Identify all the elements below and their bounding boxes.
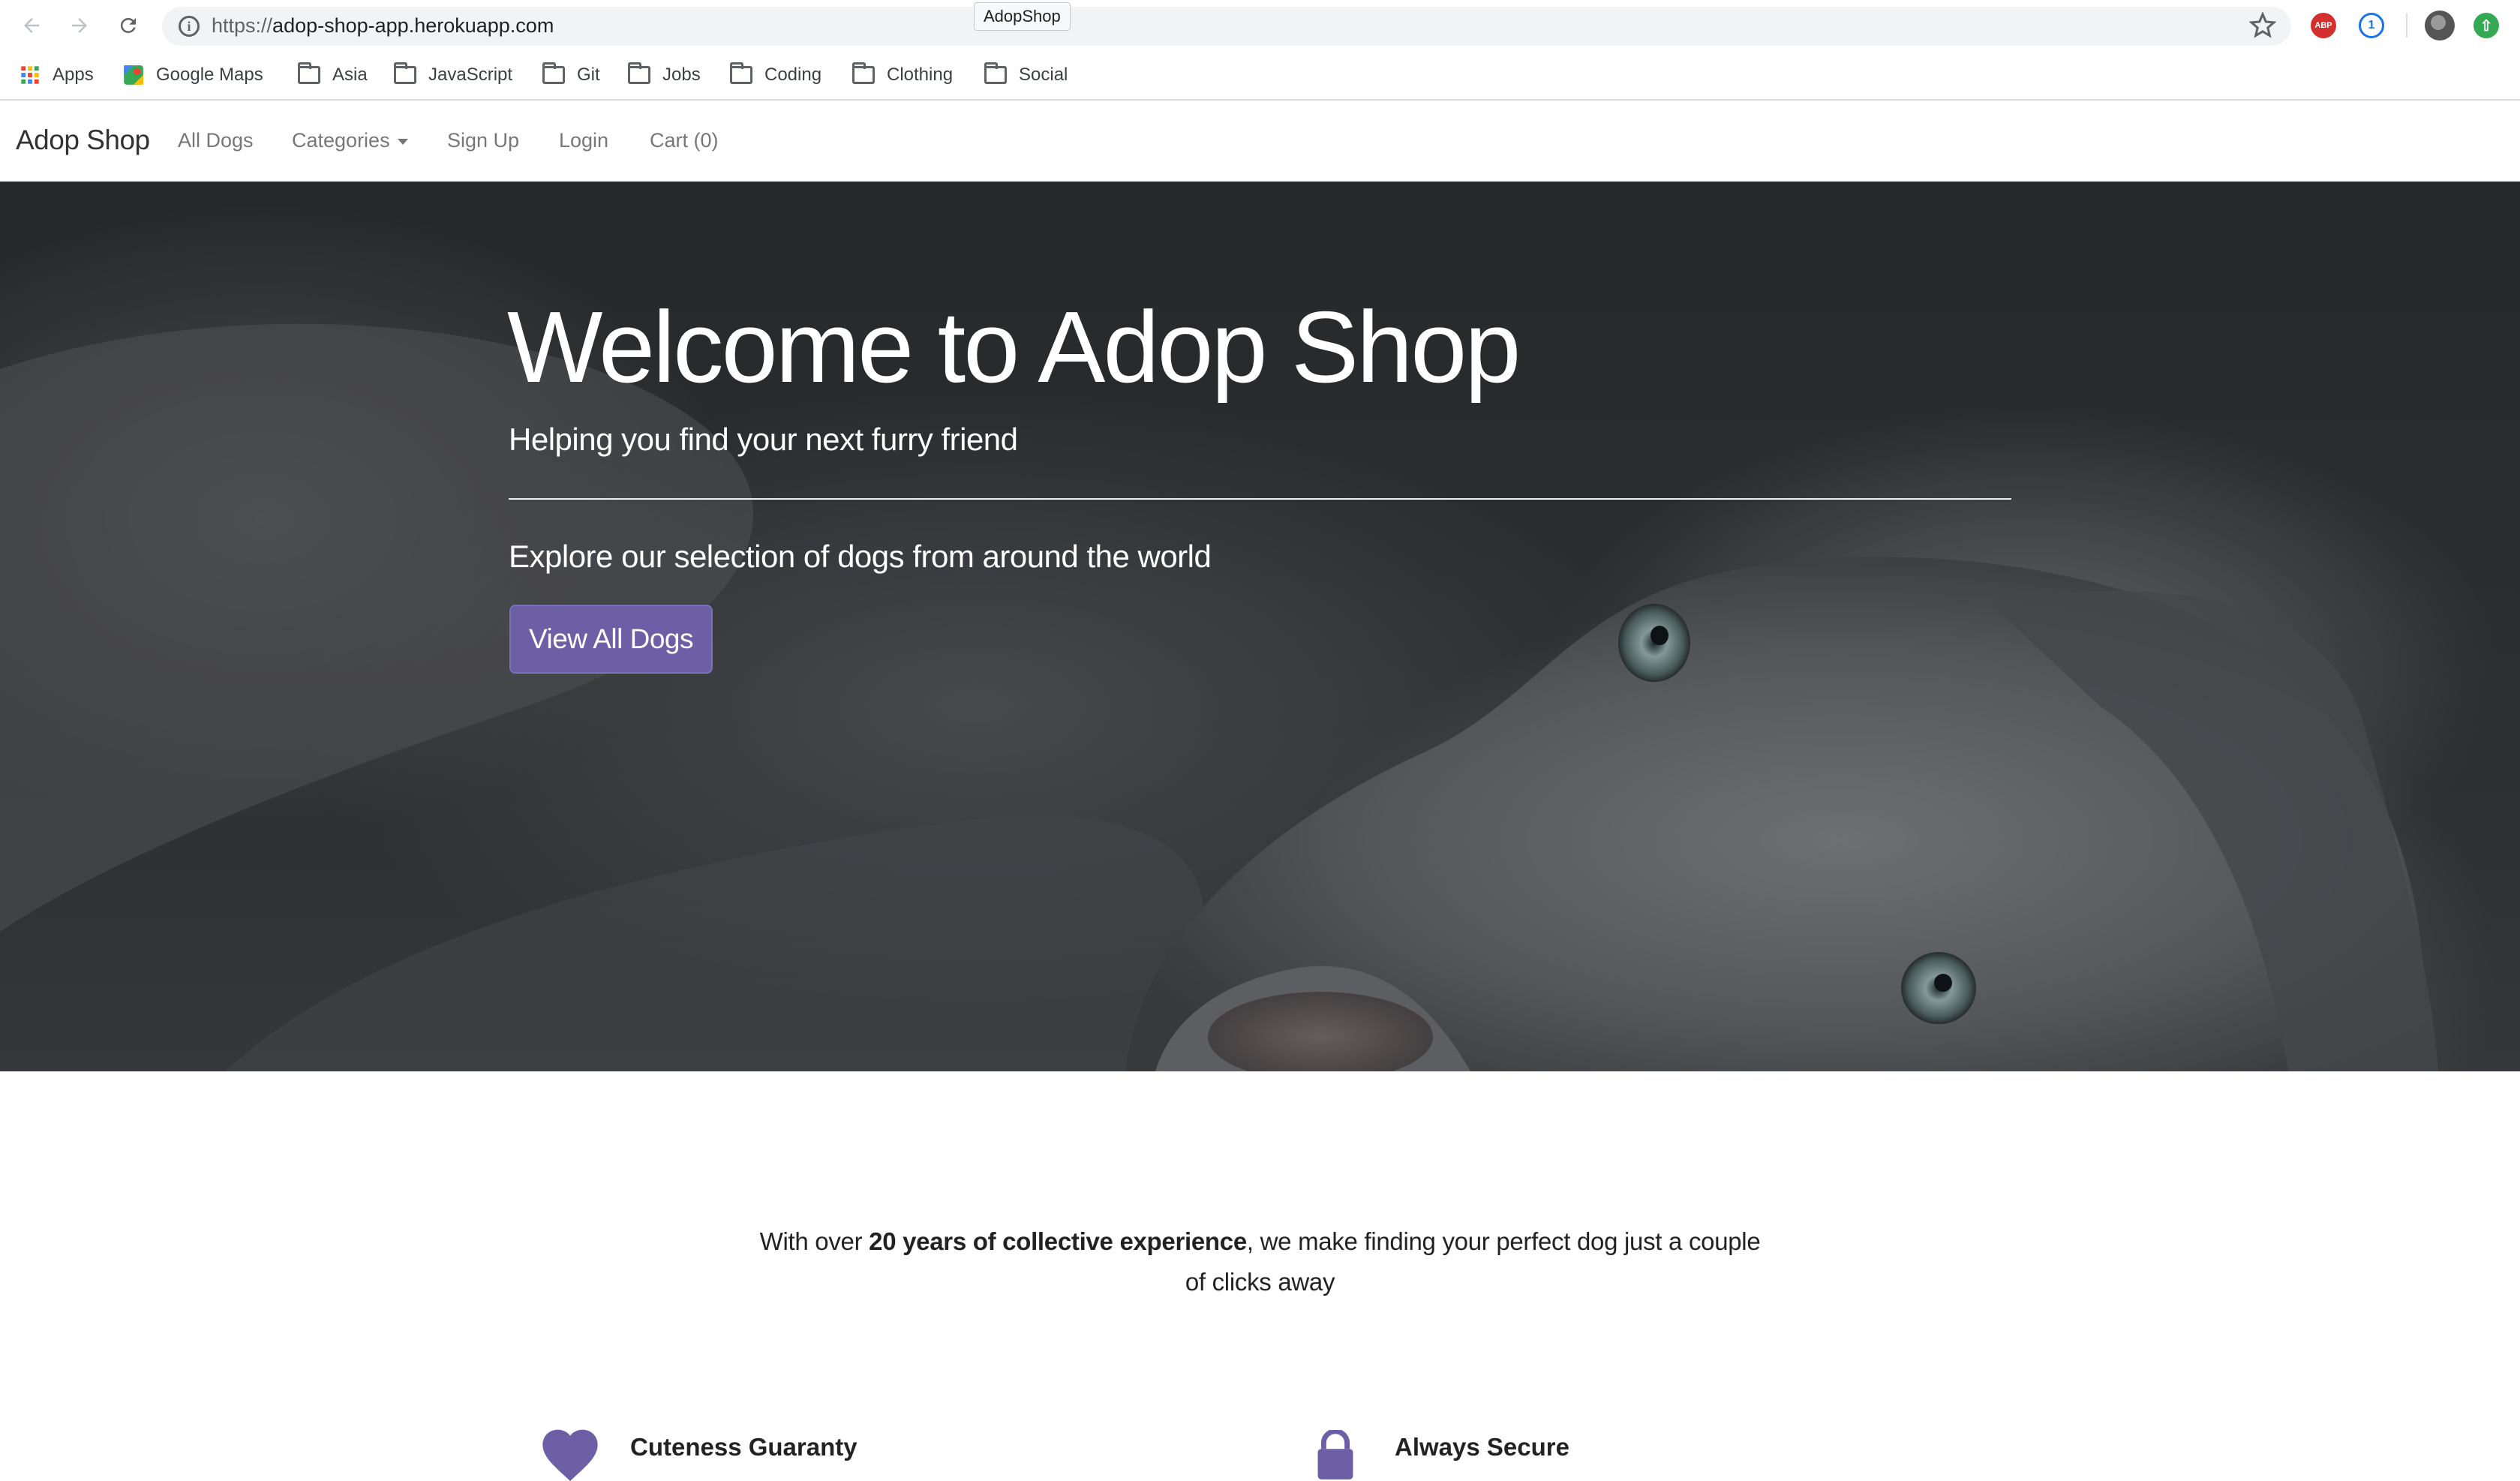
arrow-left-icon bbox=[24, 18, 39, 33]
lock-icon bbox=[1317, 1430, 1353, 1479]
brand-link[interactable]: Adop Shop bbox=[16, 125, 150, 156]
bookmark-label: Google Maps bbox=[156, 65, 263, 85]
reload-icon bbox=[120, 17, 136, 33]
reload-button[interactable] bbox=[113, 11, 143, 41]
intro-highlight: 20 years of collective experience bbox=[869, 1227, 1247, 1255]
intro-prefix: With over bbox=[759, 1227, 870, 1255]
nav-categories-label: Categories bbox=[292, 129, 390, 152]
forward-button[interactable] bbox=[65, 11, 95, 41]
folder-icon bbox=[984, 62, 1007, 84]
apps-grid-icon bbox=[21, 66, 39, 84]
url-host: adop-shop-app.herokuapp.com bbox=[272, 14, 554, 37]
bookmark-label: Git bbox=[577, 65, 600, 85]
browser-toolbar: i https://adop-shop-app.herokuapp.com Ad… bbox=[0, 0, 2520, 51]
onepassword-extension-icon[interactable]: 1 bbox=[2359, 13, 2384, 38]
bookmark-label: Apps bbox=[53, 65, 94, 85]
bookmark-folder-javascript[interactable]: JavaScript bbox=[394, 60, 512, 90]
bookmark-folder-git[interactable]: Git bbox=[542, 60, 600, 90]
feature-title: Always Secure bbox=[1395, 1433, 1569, 1461]
nav-sign-up[interactable]: Sign Up bbox=[447, 129, 519, 152]
hero-divider bbox=[509, 498, 2011, 500]
tab-tooltip: AdopShop bbox=[974, 2, 1071, 31]
toolbar-divider bbox=[2406, 14, 2407, 38]
folder-icon bbox=[852, 62, 875, 84]
nav-cart[interactable]: Cart (0) bbox=[650, 129, 719, 152]
folder-icon bbox=[730, 62, 752, 84]
bookmark-apps[interactable]: Apps bbox=[20, 60, 94, 90]
adblock-extension-icon[interactable]: ABP bbox=[2311, 13, 2336, 38]
bookmark-label: Asia bbox=[332, 65, 368, 85]
bookmark-folder-coding[interactable]: Coding bbox=[730, 60, 821, 90]
bookmark-label: Coding bbox=[764, 65, 822, 85]
nav-categories-dropdown[interactable]: Categories bbox=[292, 129, 408, 152]
bookmark-folder-asia[interactable]: Asia bbox=[298, 60, 368, 90]
url-protocol: https:// bbox=[212, 14, 273, 37]
google-maps-icon bbox=[124, 65, 143, 85]
bookmark-star-icon[interactable] bbox=[2249, 12, 2276, 39]
hero-subtitle: Helping you find your next furry friend bbox=[509, 422, 1018, 457]
url-text[interactable]: https://adop-shop-app.herokuapp.com bbox=[212, 14, 554, 38]
intro-suffix: , we make finding your perfect dog just … bbox=[1185, 1227, 1761, 1296]
bookmark-label: Jobs bbox=[662, 65, 701, 85]
back-button[interactable] bbox=[17, 11, 47, 41]
feature-secure: Always Secure bbox=[1317, 1424, 1992, 1479]
feature-cuteness: Cuteness Guaranty bbox=[540, 1424, 1215, 1481]
folder-icon bbox=[628, 62, 650, 84]
bookmarks-bar: Apps Google Maps Asia JavaScript Git Job… bbox=[0, 51, 2520, 101]
caret-down-icon bbox=[397, 138, 408, 145]
update-extension-icon[interactable]: ⇧ bbox=[2473, 13, 2499, 38]
feature-title: Cuteness Guaranty bbox=[630, 1433, 858, 1461]
folder-icon bbox=[394, 62, 416, 84]
address-bar[interactable]: i https://adop-shop-app.herokuapp.com bbox=[162, 7, 2291, 46]
bookmark-folder-social[interactable]: Social bbox=[984, 60, 1068, 90]
site-navbar: Adop Shop All Dogs Categories Sign Up Lo… bbox=[0, 102, 2520, 182]
bookmark-folder-jobs[interactable]: Jobs bbox=[628, 60, 701, 90]
folder-icon bbox=[542, 62, 565, 84]
folder-icon bbox=[298, 62, 320, 84]
bookmark-label: JavaScript bbox=[428, 65, 513, 85]
hero-explore-text: Explore our selection of dogs from aroun… bbox=[509, 539, 1212, 574]
arrow-right-icon bbox=[72, 18, 87, 33]
profile-avatar[interactable] bbox=[2425, 11, 2455, 41]
nav-login[interactable]: Login bbox=[559, 129, 608, 152]
bookmark-label: Clothing bbox=[887, 65, 954, 85]
view-all-dogs-button[interactable]: View All Dogs bbox=[509, 605, 713, 674]
intro-text: With over 20 years of collective experie… bbox=[750, 1221, 1770, 1302]
hero-banner: Welcome to Adop Shop Helping you find yo… bbox=[0, 182, 2520, 1071]
hero-title: Welcome to Adop Shop bbox=[507, 290, 1521, 404]
heart-icon bbox=[542, 1429, 598, 1481]
nav-all-dogs[interactable]: All Dogs bbox=[178, 129, 254, 152]
bookmark-google-maps[interactable]: Google Maps bbox=[123, 60, 263, 90]
bookmark-label: Social bbox=[1019, 65, 1068, 85]
info-icon[interactable]: i bbox=[179, 16, 200, 37]
bookmark-folder-clothing[interactable]: Clothing bbox=[852, 60, 953, 90]
